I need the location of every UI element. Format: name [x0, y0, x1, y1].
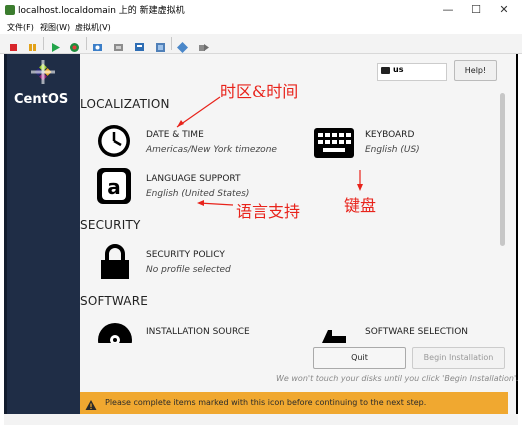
- date-time-status: Americas/New York timezone: [146, 145, 277, 155]
- language-icon: a: [95, 167, 133, 204]
- sidebar-stripe: [4, 54, 7, 414]
- stop-icon[interactable]: [8, 38, 19, 51]
- help-button[interactable]: Help!: [454, 60, 497, 81]
- menu-file[interactable]: 文件(F): [7, 22, 34, 33]
- section-security: SECURITY: [80, 218, 141, 232]
- console-icon[interactable]: [134, 38, 145, 51]
- begin-installation-button[interactable]: Begin Installation: [412, 347, 505, 369]
- toolbar-separator: [171, 37, 172, 50]
- section-localization: LOCALIZATION: [80, 97, 170, 111]
- svg-text:a: a: [107, 175, 121, 199]
- installation-source-title[interactable]: INSTALLATION SOURCE: [146, 327, 250, 337]
- lock-icon: [96, 243, 134, 279]
- installation-source-spoke[interactable]: [96, 321, 134, 343]
- keyboard-title[interactable]: KEYBOARD: [365, 130, 414, 140]
- window-bottom-edge: [4, 414, 518, 425]
- keyboard-spoke[interactable]: [313, 124, 354, 160]
- section-software: SOFTWARE: [80, 294, 149, 308]
- disc-icon: [96, 321, 134, 343]
- keyboard-status: English (US): [365, 145, 420, 155]
- annotation-language: 语言支持: [236, 202, 301, 221]
- keyboard-spoke-icon: [313, 124, 354, 160]
- language-support-title[interactable]: LANGUAGE SUPPORT: [146, 174, 241, 184]
- vm-app-icon: [5, 5, 15, 15]
- network-icon[interactable]: [177, 38, 188, 53]
- play-icon[interactable]: [50, 38, 61, 52]
- restart-icon[interactable]: [69, 38, 80, 52]
- language-support-status: English (United States): [146, 189, 250, 199]
- close-button[interactable]: ✕: [494, 2, 514, 18]
- pause-icon[interactable]: [27, 38, 38, 51]
- installer-sidebar: [4, 54, 80, 414]
- menu-vm[interactable]: 虚拟机(V): [75, 22, 111, 33]
- maximize-button[interactable]: ☐: [466, 2, 486, 18]
- distro-name: CentOS: [14, 92, 69, 107]
- warning-icon: [85, 396, 97, 410]
- send-keys-icon[interactable]: [198, 38, 209, 51]
- date-time-title[interactable]: DATE & TIME: [146, 130, 204, 140]
- window-title: localhost.localdomain 上的 新建虚拟机: [18, 6, 185, 16]
- package-icon: [318, 324, 350, 343]
- screenshot-icon[interactable]: [113, 38, 124, 51]
- warning-text: Please complete items marked with this i…: [105, 398, 427, 407]
- snapshot-icon[interactable]: [92, 38, 103, 51]
- minimize-button[interactable]: —: [438, 2, 458, 18]
- keyboard-icon: [381, 67, 390, 74]
- toolbar-separator: [43, 37, 44, 50]
- quit-button[interactable]: Quit: [313, 347, 406, 369]
- annotation-timezone: 时区&时间: [220, 82, 299, 101]
- keyboard-layout-label: us: [393, 65, 404, 74]
- toolbar-separator: [86, 37, 87, 50]
- clock-icon: [95, 123, 133, 159]
- security-policy-spoke[interactable]: [96, 243, 134, 279]
- menu-view[interactable]: 视图(W): [40, 22, 70, 33]
- security-policy-title[interactable]: SECURITY POLICY: [146, 250, 225, 260]
- language-support-spoke[interactable]: a: [95, 167, 133, 204]
- settings-icon[interactable]: [155, 38, 166, 52]
- security-policy-status: No profile selected: [146, 265, 231, 275]
- centos-logo: [29, 58, 57, 86]
- software-selection-spoke[interactable]: [318, 324, 350, 343]
- disk-hint-text: We won't touch your disks until you clic…: [276, 374, 519, 383]
- scrollbar[interactable]: [500, 93, 505, 246]
- date-time-spoke[interactable]: [95, 123, 133, 159]
- software-selection-title[interactable]: SOFTWARE SELECTION: [365, 327, 468, 337]
- annotation-keyboard: 键盘: [344, 196, 377, 215]
